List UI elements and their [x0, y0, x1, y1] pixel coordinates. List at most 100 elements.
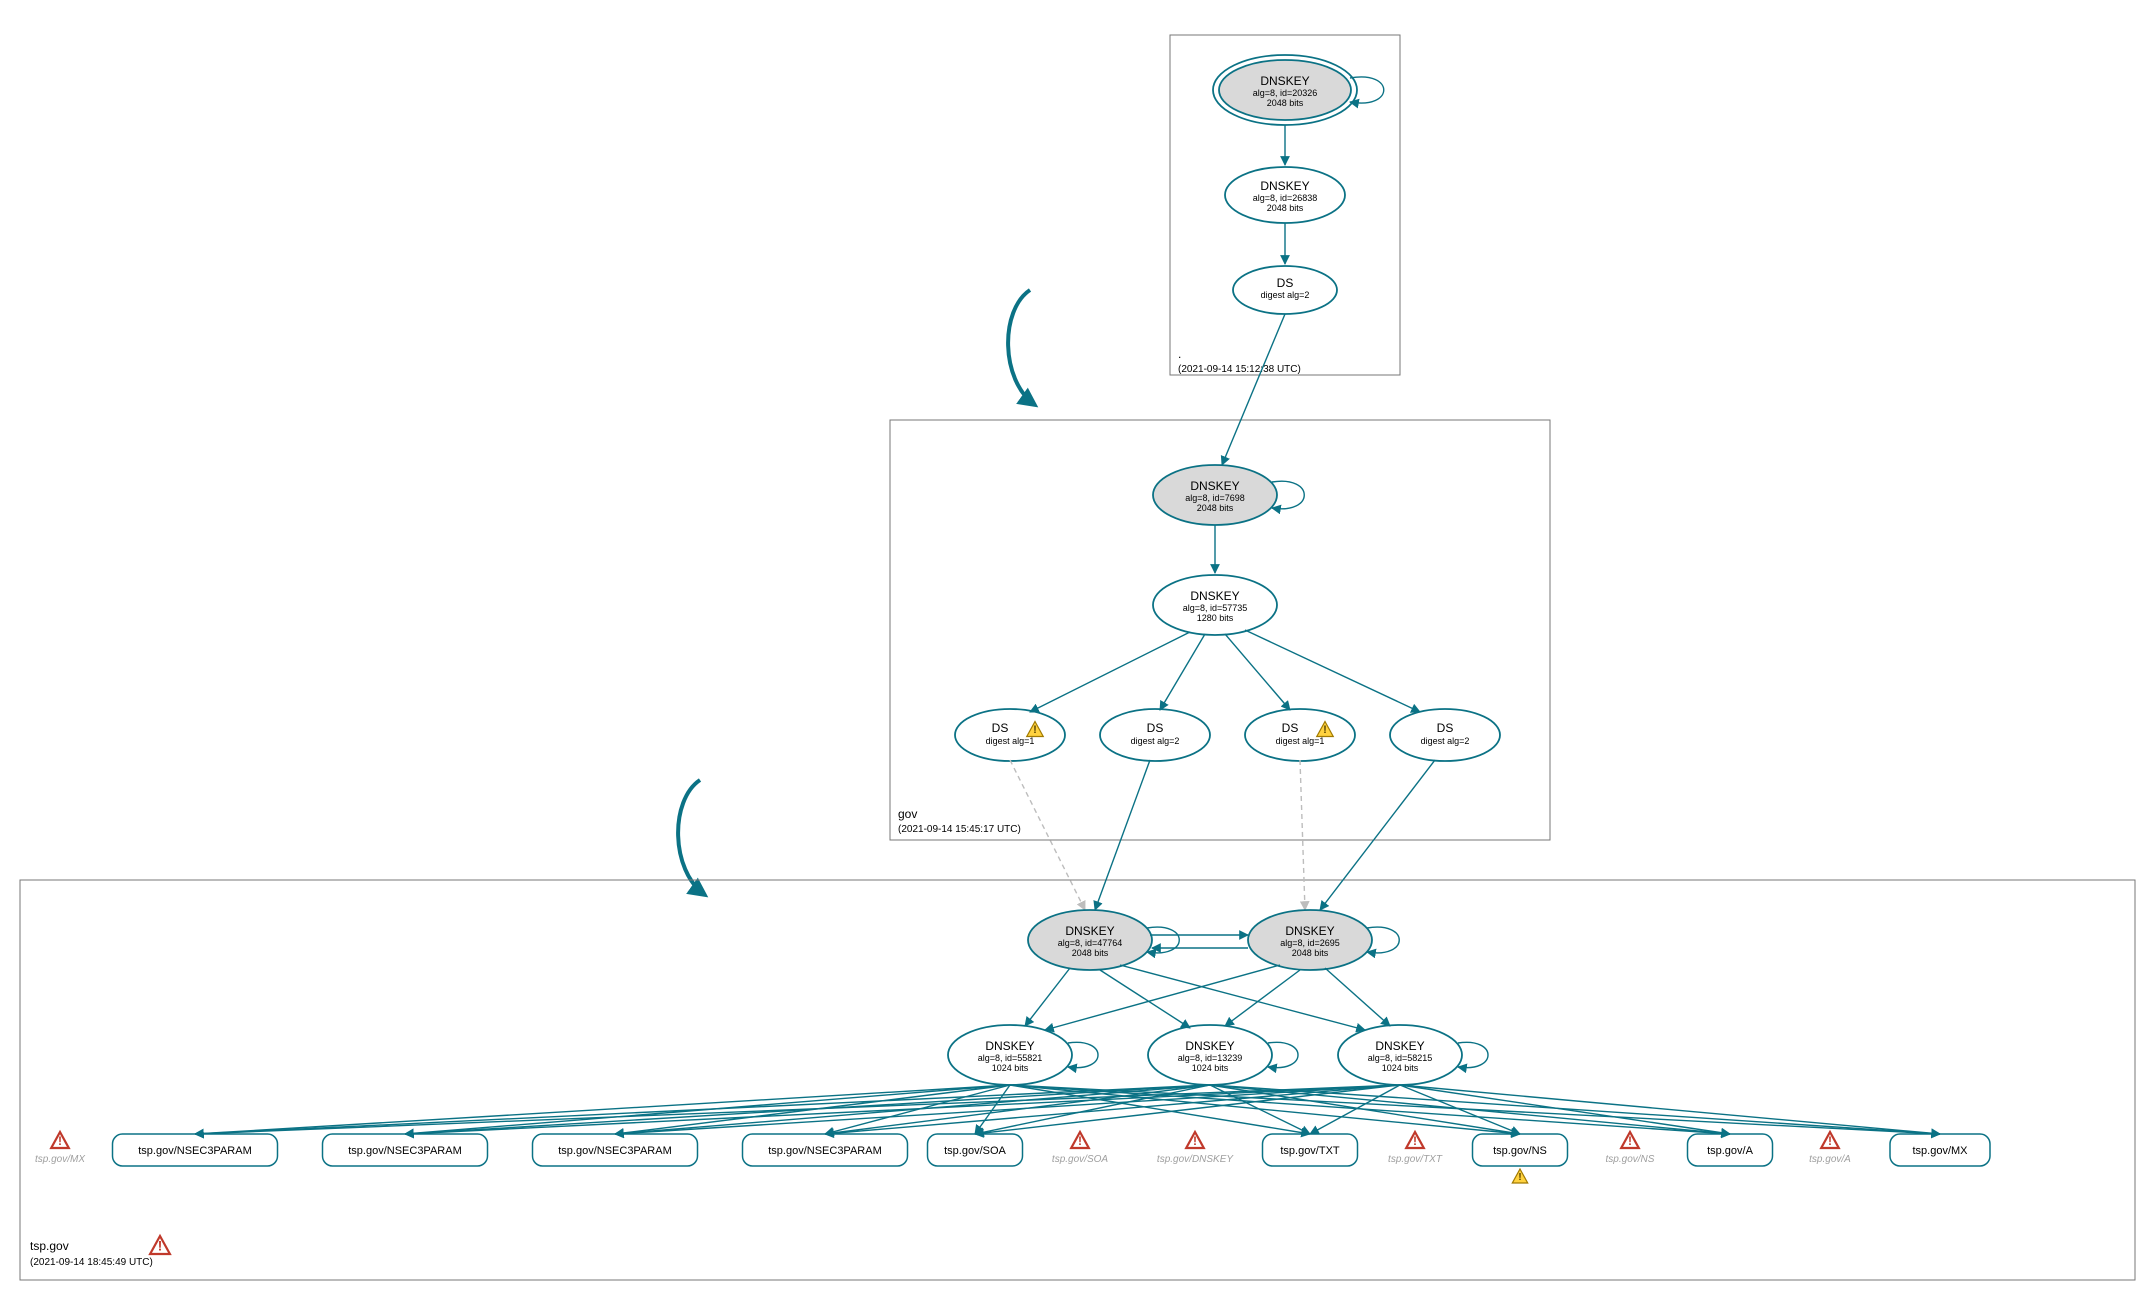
rrset-ghost: ! tsp.gov/NS [1606, 1132, 1655, 1165]
svg-text:DNSKEY: DNSKEY [1375, 1039, 1424, 1053]
svg-text:!: ! [1413, 1134, 1417, 1148]
svg-text:tsp.gov/A: tsp.gov/A [1707, 1145, 1754, 1157]
edge-zsk-rrset [1400, 1085, 1520, 1134]
svg-text:2048 bits: 2048 bits [1072, 948, 1109, 958]
rrset-error-icon: ! [1821, 1132, 1839, 1148]
svg-text:tsp.gov/DNSKEY: tsp.gov/DNSKEY [1157, 1154, 1234, 1165]
rrset-ghost: ! tsp.gov/A [1809, 1132, 1851, 1165]
svg-text:tsp.gov/TXT: tsp.gov/TXT [1280, 1145, 1340, 1157]
svg-text:tsp.gov/SOA: tsp.gov/SOA [1052, 1154, 1108, 1165]
edge-zsk-rrset [1210, 1085, 1940, 1134]
edge-rootds-govksk [1222, 314, 1285, 465]
tsp-ksk-2: DNSKEY alg=8, id=2695 2048 bits [1248, 910, 1399, 970]
tsp-zsk-2: DNSKEY alg=8, id=13239 1024 bits [1148, 1025, 1298, 1085]
zone-gov-label: gov [898, 807, 917, 821]
svg-text:alg=8, id=13239: alg=8, id=13239 [1178, 1053, 1243, 1063]
svg-text:alg=8, id=2695: alg=8, id=2695 [1280, 938, 1340, 948]
zone-tsp-error-icon: ! [150, 1236, 170, 1254]
rrset-box: tsp.gov/NS! [1473, 1134, 1568, 1183]
rrset-box: tsp.gov/A [1688, 1134, 1773, 1166]
svg-text:DNSKEY: DNSKEY [985, 1039, 1034, 1053]
edge-zsk-rrset [975, 1085, 1400, 1134]
svg-text:!: ! [1628, 1134, 1632, 1148]
root-zsk: DNSKEY alg=8, id=26838 2048 bits [1225, 167, 1345, 223]
zone-tsp: tsp.gov (2021-09-14 18:45:49 UTC) DNSKEY… [20, 760, 2135, 1280]
svg-text:!: ! [158, 1238, 163, 1253]
svg-text:2048 bits: 2048 bits [1197, 503, 1234, 513]
rrset-ghost: ! tsp.gov/MX [35, 1132, 85, 1165]
svg-text:alg=8, id=7698: alg=8, id=7698 [1185, 493, 1245, 503]
delegation-arrow-gov-tsp [678, 780, 705, 895]
svg-text:1280 bits: 1280 bits [1197, 613, 1234, 623]
svg-text:alg=8, id=55821: alg=8, id=55821 [978, 1053, 1043, 1063]
svg-text:alg=8, id=58215: alg=8, id=58215 [1368, 1053, 1433, 1063]
svg-text:tsp.gov/NSEC3PARAM: tsp.gov/NSEC3PARAM [138, 1145, 252, 1157]
root-ksk: DNSKEY alg=8, id=20326 2048 bits [1213, 55, 1384, 125]
svg-text:DS: DS [1282, 721, 1299, 735]
svg-text:!: ! [58, 1134, 62, 1148]
rrset-warning-icon: ! [1512, 1169, 1527, 1183]
zone-tsp-timestamp: (2021-09-14 18:45:49 UTC) [30, 1257, 153, 1268]
gov-ds-3: DS digest alg=1 [1245, 709, 1355, 761]
svg-text:tsp.gov/MX: tsp.gov/MX [35, 1154, 85, 1165]
svg-text:DNSKEY: DNSKEY [1190, 479, 1239, 493]
tsp-ksk-1: DNSKEY alg=8, id=47764 2048 bits [1028, 910, 1179, 970]
svg-text:!: ! [1193, 1134, 1197, 1148]
svg-text:DNSKEY: DNSKEY [1185, 1039, 1234, 1053]
svg-text:DS: DS [1437, 721, 1454, 735]
rrset-box: tsp.gov/NSEC3PARAM [743, 1134, 908, 1166]
svg-text:tsp.gov/NSEC3PARAM: tsp.gov/NSEC3PARAM [558, 1145, 672, 1157]
gov-ds-2: DS digest alg=2 [1100, 709, 1210, 761]
rrset-error-icon: ! [1406, 1132, 1424, 1148]
svg-text:tsp.gov/TXT: tsp.gov/TXT [1388, 1154, 1443, 1165]
rrset-box: tsp.gov/TXT [1263, 1134, 1358, 1166]
zone-tsp-label: tsp.gov [30, 1239, 69, 1253]
svg-text:1024 bits: 1024 bits [1192, 1063, 1229, 1073]
svg-text:!: ! [1033, 724, 1037, 736]
rrset-error-icon: ! [1071, 1132, 1089, 1148]
svg-text:2048 bits: 2048 bits [1267, 98, 1304, 108]
svg-text:tsp.gov/NS: tsp.gov/NS [1493, 1145, 1547, 1157]
svg-text:2048 bits: 2048 bits [1267, 203, 1304, 213]
gov-zsk: DNSKEY alg=8, id=57735 1280 bits [1153, 575, 1277, 635]
zone-root-timestamp: (2021-09-14 15:12:38 UTC) [1178, 364, 1301, 375]
zone-gov: gov (2021-09-14 15:45:17 UTC) DNSKEY alg… [890, 314, 1550, 840]
svg-text:2048 bits: 2048 bits [1292, 948, 1329, 958]
rrset-box: tsp.gov/NSEC3PARAM [323, 1134, 488, 1166]
tsp-zsk-3: DNSKEY alg=8, id=58215 1024 bits [1338, 1025, 1488, 1085]
svg-text:1024 bits: 1024 bits [992, 1063, 1029, 1073]
svg-text:tsp.gov/A: tsp.gov/A [1809, 1154, 1851, 1165]
svg-text:alg=8, id=26838: alg=8, id=26838 [1253, 193, 1318, 203]
svg-text:DS: DS [1147, 721, 1164, 735]
gov-ds-4: DS digest alg=2 [1390, 709, 1500, 761]
gov-ds-1: DS digest alg=1 [955, 709, 1065, 761]
svg-text:tsp.gov/NSEC3PARAM: tsp.gov/NSEC3PARAM [768, 1145, 882, 1157]
svg-text:tsp.gov/NSEC3PARAM: tsp.gov/NSEC3PARAM [348, 1145, 462, 1157]
svg-text:DNSKEY: DNSKEY [1190, 589, 1239, 603]
svg-text:DS: DS [992, 721, 1009, 735]
rrset-error-icon: ! [1621, 1132, 1639, 1148]
rrset-box: tsp.gov/NSEC3PARAM [533, 1134, 698, 1166]
svg-text:digest alg=2: digest alg=2 [1421, 736, 1470, 746]
rrset-ghost: ! tsp.gov/DNSKEY [1157, 1132, 1234, 1165]
rrset-error-icon: ! [1186, 1132, 1204, 1148]
zone-gov-timestamp: (2021-09-14 15:45:17 UTC) [898, 824, 1021, 835]
svg-text:alg=8, id=57735: alg=8, id=57735 [1183, 603, 1248, 613]
rrset-error-icon: ! [51, 1132, 69, 1148]
svg-text:!: ! [1323, 724, 1327, 736]
svg-text:!: ! [1518, 1171, 1522, 1183]
zone-root: . (2021-09-14 15:12:38 UTC) DNSKEY alg=8… [1170, 35, 1400, 375]
svg-text:!: ! [1828, 1134, 1832, 1148]
delegation-arrow-root-gov [1008, 290, 1035, 405]
svg-text:tsp.gov/SOA: tsp.gov/SOA [944, 1145, 1006, 1157]
edge-zsk-rrset [615, 1085, 1010, 1134]
svg-text:tsp.gov/NS: tsp.gov/NS [1606, 1154, 1655, 1165]
svg-text:1024 bits: 1024 bits [1382, 1063, 1419, 1073]
svg-text:DNSKEY: DNSKEY [1285, 924, 1334, 938]
dnssec-graph: . (2021-09-14 15:12:38 UTC) DNSKEY alg=8… [0, 0, 2155, 1312]
svg-text:DS: DS [1277, 276, 1294, 290]
root-ds: DS digest alg=2 [1233, 266, 1337, 314]
rrset-box: tsp.gov/MX [1890, 1134, 1990, 1166]
svg-text:DNSKEY: DNSKEY [1065, 924, 1114, 938]
svg-text:alg=8, id=20326: alg=8, id=20326 [1253, 88, 1318, 98]
